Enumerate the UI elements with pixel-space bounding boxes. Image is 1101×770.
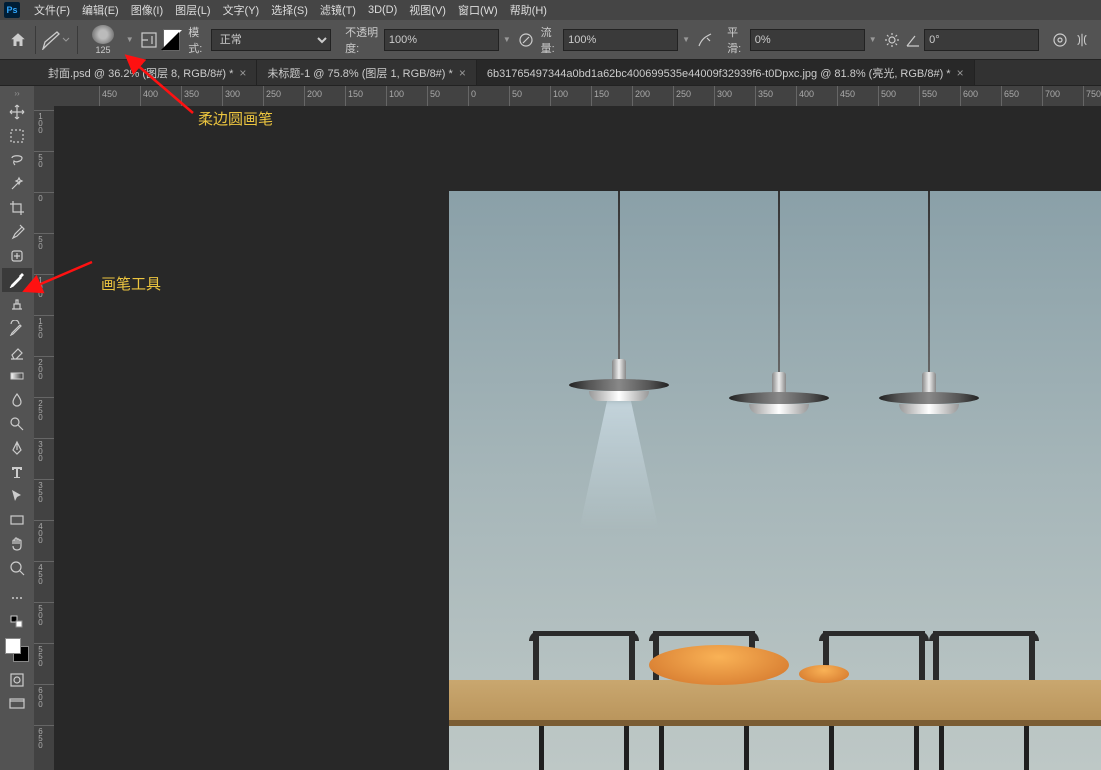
lasso-tool[interactable] xyxy=(2,148,32,172)
airbrush-icon[interactable] xyxy=(696,28,714,52)
menu-3d[interactable]: 3D(D) xyxy=(362,4,403,16)
annotation-brush-tool: 画笔工具 xyxy=(101,273,161,294)
ps-logo-icon: Ps xyxy=(4,2,20,18)
menu-image[interactable]: 图像(I) xyxy=(125,2,169,18)
magic-wand-tool[interactable] xyxy=(2,172,32,196)
zoom-tool[interactable] xyxy=(2,556,32,580)
vertical-ruler[interactable]: 1005005010015020025030035040045050055060… xyxy=(34,106,54,770)
tab-label: 未标题-1 @ 75.8% (图层 1, RGB/8#) * xyxy=(267,65,452,81)
opacity-input[interactable] xyxy=(384,29,499,51)
smoothing-gear-icon[interactable] xyxy=(883,28,901,52)
red-arrow-icon xyxy=(128,58,198,121)
path-select-tool[interactable] xyxy=(2,484,32,508)
rectangle-tool[interactable] xyxy=(2,508,32,532)
document-tab[interactable]: 6b31765497344a0bd1a62bc400699535e44009f3… xyxy=(477,60,975,85)
clone-stamp-tool[interactable] xyxy=(2,292,32,316)
menu-edit[interactable]: 编辑(E) xyxy=(76,2,125,18)
bowl-graphic xyxy=(649,645,789,685)
bowl-graphic xyxy=(799,665,849,683)
color-mode-swatch[interactable] xyxy=(163,29,180,51)
canvas-area: 4504003503002502001501005005010015020025… xyxy=(34,86,1101,770)
close-icon[interactable]: × xyxy=(459,66,466,80)
light-cone-graphic xyxy=(579,401,659,531)
symmetry-icon[interactable] xyxy=(1073,28,1091,52)
horizontal-ruler[interactable]: 4504003503002502001501005005010015020025… xyxy=(54,86,1101,106)
table-graphic xyxy=(449,680,1101,726)
opacity-label: 不透明度: xyxy=(345,24,380,56)
flow-label: 流量: xyxy=(541,24,560,56)
chevron-down-icon[interactable]: ▼ xyxy=(503,35,511,44)
home-icon[interactable] xyxy=(8,26,29,54)
flow-input[interactable] xyxy=(563,29,678,51)
screen-mode-icon[interactable] xyxy=(2,692,32,716)
separator xyxy=(77,26,78,54)
chevron-down-icon[interactable]: ▼ xyxy=(869,35,877,44)
angle-icon xyxy=(904,28,922,52)
dodge-tool[interactable] xyxy=(2,412,32,436)
menu-bar: Ps 文件(F) 编辑(E) 图像(I) 图层(L) 文字(Y) 选择(S) 滤… xyxy=(0,0,1101,20)
red-arrow-icon xyxy=(30,258,100,297)
menu-view[interactable]: 视图(V) xyxy=(403,2,452,18)
menu-file[interactable]: 文件(F) xyxy=(28,2,76,18)
tool-preset-picker[interactable] xyxy=(41,26,71,54)
separator xyxy=(35,26,36,54)
pen-tool[interactable] xyxy=(2,436,32,460)
document-tab[interactable]: 未标题-1 @ 75.8% (图层 1, RGB/8#) * × xyxy=(257,60,476,85)
pressure-size-icon[interactable] xyxy=(1051,28,1069,52)
brush-size-label: 125 xyxy=(95,45,110,55)
brush-panel-toggle-icon[interactable] xyxy=(140,28,158,52)
menu-layer[interactable]: 图层(L) xyxy=(169,2,216,18)
move-tool[interactable] xyxy=(2,100,32,124)
eyedropper-tool[interactable] xyxy=(2,220,32,244)
blur-tool[interactable] xyxy=(2,388,32,412)
chevron-down-icon[interactable]: ▼ xyxy=(682,35,690,44)
blend-mode-select[interactable]: 正常 xyxy=(211,29,331,51)
tab-label: 6b31765497344a0bd1a62bc400699535e44009f3… xyxy=(487,65,951,81)
toolbox-expand-icon[interactable]: ›› xyxy=(2,90,32,100)
brush-preset-picker[interactable]: 125 xyxy=(88,25,118,55)
ruler-corner xyxy=(34,86,54,106)
chevron-down-icon[interactable]: ▼ xyxy=(126,35,134,44)
crop-tool[interactable] xyxy=(2,196,32,220)
history-brush-tool[interactable] xyxy=(2,316,32,340)
options-bar: 125 ▼ 模式: 正常 不透明度: ▼ 流量: ▼ 平滑: ▼ xyxy=(0,20,1101,60)
brush-preview-icon xyxy=(92,25,114,44)
gradient-tool[interactable] xyxy=(2,364,32,388)
annotation-brush-preset: 柔边圆画笔 xyxy=(198,108,273,129)
toolbox: ›› xyxy=(0,86,34,770)
foreground-color-swatch[interactable] xyxy=(5,638,21,654)
edit-toolbar-icon[interactable] xyxy=(2,586,32,610)
close-icon[interactable]: × xyxy=(239,66,246,80)
hand-tool[interactable] xyxy=(2,532,32,556)
healing-brush-tool[interactable] xyxy=(2,244,32,268)
foreground-background-default-icon[interactable] xyxy=(2,610,32,634)
angle-input[interactable] xyxy=(924,29,1039,51)
quickmask-icon[interactable] xyxy=(2,668,32,692)
smoothing-label: 平滑: xyxy=(727,24,746,56)
menu-filter[interactable]: 滤镜(T) xyxy=(314,2,362,18)
menu-window[interactable]: 窗口(W) xyxy=(452,2,504,18)
mode-label: 模式: xyxy=(188,24,207,56)
menu-type[interactable]: 文字(Y) xyxy=(217,2,266,18)
close-icon[interactable]: × xyxy=(957,66,964,80)
smoothing-input[interactable] xyxy=(750,29,865,51)
eraser-tool[interactable] xyxy=(2,340,32,364)
document-image xyxy=(449,191,1101,770)
color-swatches[interactable] xyxy=(5,638,29,662)
workspace: ›› 450400350300250200 xyxy=(0,86,1101,770)
canvas-viewport[interactable] xyxy=(54,106,1101,770)
menu-select[interactable]: 选择(S) xyxy=(265,2,314,18)
menu-help[interactable]: 帮助(H) xyxy=(504,2,553,18)
pressure-opacity-icon[interactable] xyxy=(517,28,535,52)
brush-tool[interactable] xyxy=(2,268,32,292)
rect-marquee-tool[interactable] xyxy=(2,124,32,148)
type-tool[interactable] xyxy=(2,460,32,484)
